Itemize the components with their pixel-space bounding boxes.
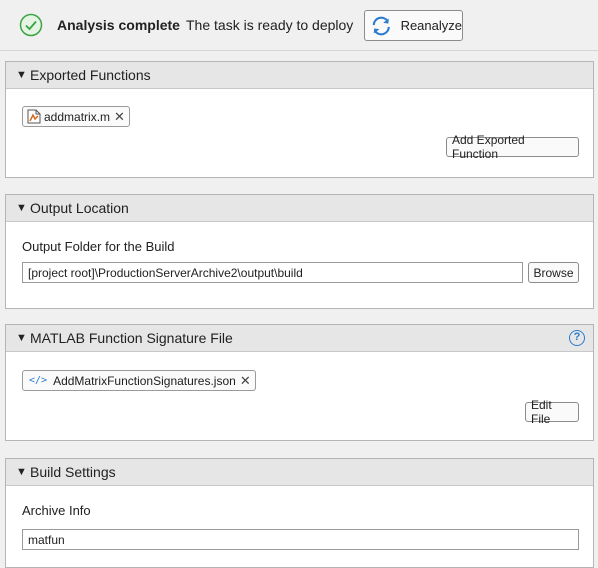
output-folder-field[interactable]: [project root]\ProductionServerArchive2\… xyxy=(22,262,523,283)
build-settings-header[interactable]: ▼ Build Settings xyxy=(6,459,593,486)
archive-info-label: Archive Info xyxy=(22,503,91,518)
collapse-triangle-icon: ▼ xyxy=(16,202,27,214)
status-title: Analysis complete xyxy=(57,17,180,33)
status-bar: Analysis complete The task is ready to d… xyxy=(0,0,598,51)
reanalyze-button[interactable]: Reanalyze xyxy=(364,10,463,41)
edit-file-button[interactable]: Edit File xyxy=(525,398,579,426)
reanalyze-label: Reanalyze xyxy=(400,18,462,33)
signature-file-header[interactable]: ▼ MATLAB Function Signature File ? xyxy=(6,325,593,352)
remove-file-icon[interactable]: ✕ xyxy=(240,373,251,389)
signature-file-section: ▼ MATLAB Function Signature File ? </> A… xyxy=(5,324,594,441)
matlab-file-icon xyxy=(27,109,41,124)
collapse-triangle-icon: ▼ xyxy=(16,466,27,478)
output-location-header[interactable]: ▼ Output Location xyxy=(6,195,593,222)
success-check-icon xyxy=(19,13,43,37)
archive-info-field[interactable]: matfun xyxy=(22,529,579,550)
file-name: addmatrix.m xyxy=(44,109,111,124)
exported-functions-header[interactable]: ▼ Exported Functions xyxy=(6,62,593,89)
section-title: Exported Functions xyxy=(30,67,151,83)
collapse-triangle-icon: ▼ xyxy=(16,69,27,81)
code-file-icon: </> xyxy=(29,375,48,386)
file-name: AddMatrixFunctionSignatures.json xyxy=(53,373,236,388)
file-chip-signatures[interactable]: </> AddMatrixFunctionSignatures.json ✕ xyxy=(22,370,256,391)
section-title: Build Settings xyxy=(30,464,116,480)
help-icon[interactable]: ? xyxy=(569,330,585,346)
refresh-icon xyxy=(372,16,390,35)
collapse-triangle-icon: ▼ xyxy=(16,332,27,344)
status-message: The task is ready to deploy xyxy=(186,17,354,33)
browse-button[interactable]: Browse xyxy=(528,262,579,283)
output-folder-label: Output Folder for the Build xyxy=(22,239,175,254)
build-settings-section: ▼ Build Settings Archive Info matfun xyxy=(5,458,594,568)
section-title: MATLAB Function Signature File xyxy=(30,330,233,346)
file-chip-addmatrix[interactable]: addmatrix.m ✕ xyxy=(22,106,130,127)
remove-file-icon[interactable]: ✕ xyxy=(114,109,125,125)
exported-functions-section: ▼ Exported Functions addmatrix.m ✕ Add E… xyxy=(5,61,594,178)
output-location-section: ▼ Output Location Output Folder for the … xyxy=(5,194,594,309)
add-exported-function-button[interactable]: Add Exported Function xyxy=(446,133,579,161)
section-title: Output Location xyxy=(30,200,129,216)
